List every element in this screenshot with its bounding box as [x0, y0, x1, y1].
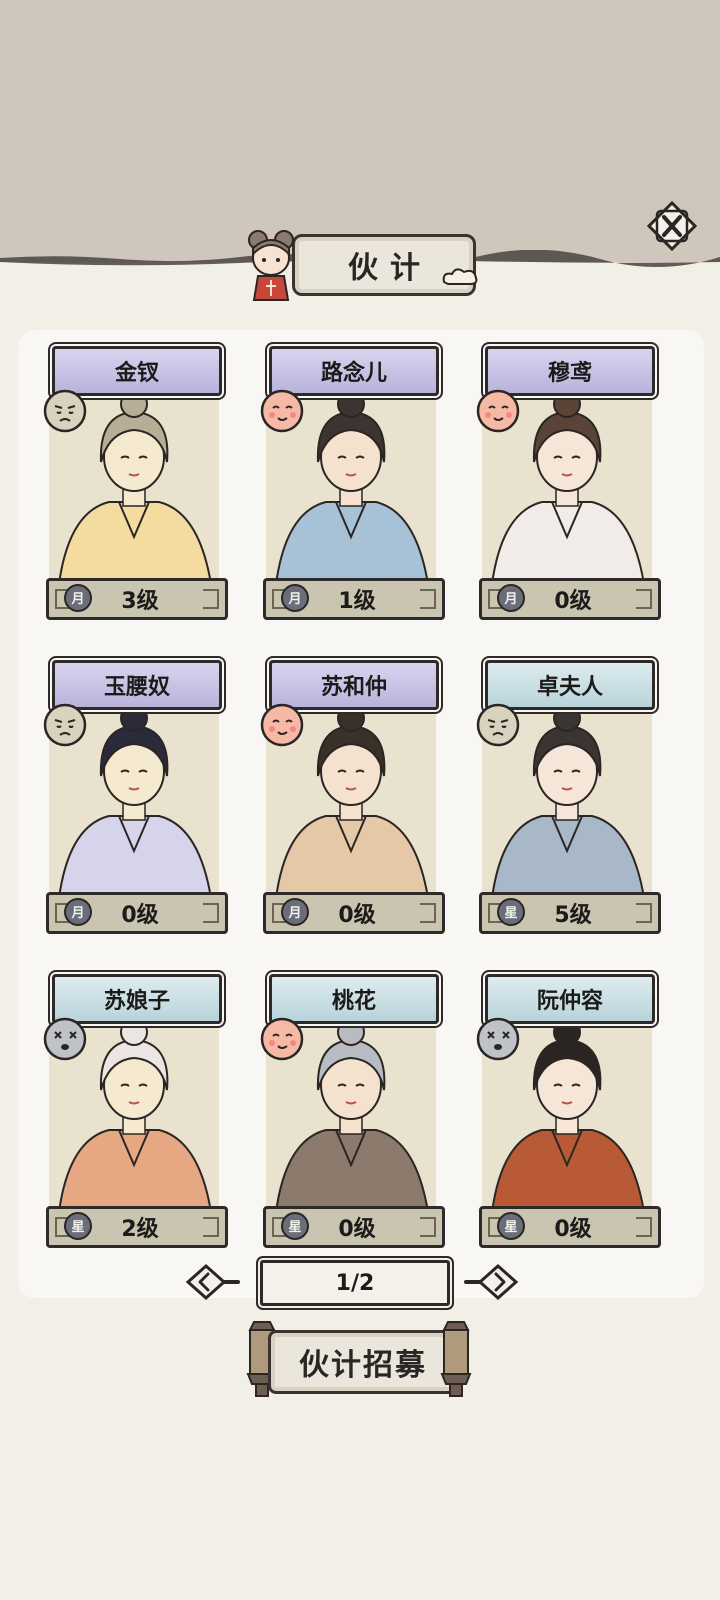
happy-icon — [475, 388, 521, 434]
companion-name: 阮仲容 — [536, 989, 603, 1014]
level-bar: 月 3级 — [46, 578, 228, 620]
companion-name: 苏和仲 — [320, 675, 387, 700]
moon-rank-icon: 月 — [280, 897, 310, 927]
companion-level: 0级 — [554, 1217, 592, 1242]
companion-level: 0级 — [121, 903, 159, 928]
pager: 1/2 — [184, 1256, 524, 1310]
svg-text:月: 月 — [70, 906, 84, 921]
moon-rank-icon: 月 — [63, 583, 93, 613]
companion-name: 玉腰奴 — [103, 675, 170, 700]
close-icon — [646, 200, 698, 252]
companion-level: 1级 — [338, 589, 376, 614]
companion-card[interactable]: 卓夫人星 5级 — [475, 644, 661, 938]
level-bar: 月 0级 — [46, 892, 228, 934]
svg-text:星: 星 — [71, 1220, 84, 1235]
level-bar: 星 5级 — [479, 892, 661, 934]
svg-text:月: 月 — [503, 592, 517, 607]
companion-name: 卓夫人 — [536, 675, 603, 700]
star-rank-icon: 星 — [496, 897, 526, 927]
companion-card[interactable]: 路念儿月 1级 — [259, 330, 445, 624]
happy-icon — [259, 388, 305, 434]
companion-name: 穆鸢 — [547, 361, 592, 386]
bar-ornament-right — [420, 1217, 436, 1237]
companion-card[interactable]: 桃花星 0级 — [259, 958, 445, 1252]
level-bar: 星 0级 — [479, 1206, 661, 1248]
worried-icon — [42, 702, 88, 748]
svg-text:月: 月 — [287, 592, 301, 607]
moon-rank-icon: 月 — [63, 897, 93, 927]
star-rank-icon: 星 — [280, 1211, 310, 1241]
companion-name: 路念儿 — [320, 361, 387, 386]
recruit-board: 伙计招募 — [268, 1330, 458, 1394]
next-page-arrow-icon[interactable] — [464, 1262, 520, 1302]
star-rank-icon: 星 — [63, 1211, 93, 1241]
bar-ornament-right — [636, 1217, 652, 1237]
recruit-label: 伙计招募 — [299, 1348, 427, 1383]
lantern-right-icon — [440, 1321, 472, 1397]
svg-text:星: 星 — [504, 1220, 517, 1235]
bar-ornament-right — [203, 903, 219, 923]
level-bar: 月 1级 — [263, 578, 445, 620]
level-bar: 月 0级 — [263, 892, 445, 934]
level-bar: 星 0级 — [263, 1206, 445, 1248]
companion-level: 0级 — [338, 903, 376, 928]
bar-ornament-right — [203, 1217, 219, 1237]
knocked-out-icon — [475, 1016, 521, 1062]
cloud-ornament-icon — [442, 268, 478, 285]
companion-card[interactable]: 苏娘子星 2级 — [42, 958, 228, 1252]
bar-ornament-right — [420, 589, 436, 609]
companion-card[interactable]: 穆鸢月 0级 — [475, 330, 661, 624]
companion-name: 苏娘子 — [103, 989, 170, 1014]
companion-card[interactable]: 玉腰奴月 0级 — [42, 644, 228, 938]
svg-text:星: 星 — [504, 906, 517, 921]
worried-icon — [42, 388, 88, 434]
moon-rank-icon: 月 — [496, 583, 526, 613]
companion-card[interactable]: 苏和仲月 0级 — [259, 644, 445, 938]
bar-ornament-right — [420, 903, 436, 923]
page-title: 伙计 — [348, 251, 432, 286]
level-bar: 月 0级 — [479, 578, 661, 620]
star-rank-icon: 星 — [496, 1211, 526, 1241]
bar-ornament-right — [203, 589, 219, 609]
moon-rank-icon: 月 — [280, 583, 310, 613]
recruit-button[interactable]: 伙计招募 — [238, 1318, 482, 1398]
companion-name: 桃花 — [331, 989, 376, 1014]
companion-card[interactable]: 金钗月 3级 — [42, 330, 228, 624]
happy-icon — [259, 1016, 305, 1062]
worried-icon — [475, 702, 521, 748]
page-number: 1/2 — [335, 1270, 375, 1296]
happy-icon — [259, 702, 305, 748]
knocked-out-icon — [42, 1016, 88, 1062]
prev-page-arrow-icon[interactable] — [184, 1262, 240, 1302]
companion-level: 0级 — [338, 1217, 376, 1242]
close-button[interactable] — [646, 200, 698, 252]
svg-text:月: 月 — [287, 906, 301, 921]
title-plaque: 伙计 — [232, 222, 488, 310]
bar-ornament-right — [636, 589, 652, 609]
companion-level: 0级 — [554, 589, 592, 614]
svg-text:星: 星 — [288, 1220, 301, 1235]
companion-name: 金钗 — [114, 361, 159, 386]
companion-level: 5级 — [554, 903, 592, 928]
level-bar: 星 2级 — [46, 1206, 228, 1248]
svg-text:月: 月 — [70, 592, 84, 607]
companion-level: 3级 — [121, 589, 159, 614]
bar-ornament-right — [636, 903, 652, 923]
page-indicator: 1/2 — [260, 1260, 450, 1306]
companion-level: 2级 — [121, 1217, 159, 1242]
companion-card[interactable]: 阮仲容星 0级 — [475, 958, 661, 1252]
shopkeeper-girl-icon — [248, 230, 294, 301]
